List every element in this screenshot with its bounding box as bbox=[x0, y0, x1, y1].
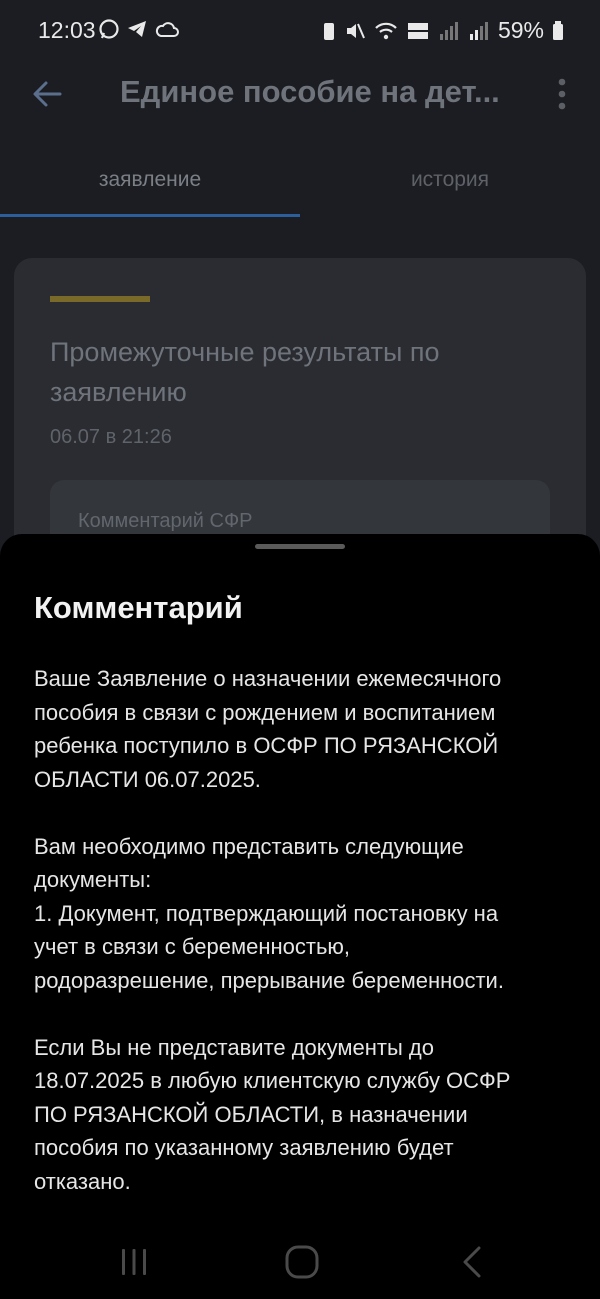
more-vert-icon bbox=[558, 78, 566, 110]
text-line: Ваше Заявление о назначении ежемесячного bbox=[34, 666, 502, 691]
back-nav-button[interactable] bbox=[452, 1242, 492, 1282]
recent-apps-icon bbox=[122, 1249, 146, 1275]
home-icon bbox=[285, 1245, 319, 1279]
card-title: Промежуточные результаты по заявлению bbox=[50, 337, 440, 407]
notification-icons bbox=[98, 18, 180, 40]
text-line: пособия в связи с рождением и воспитание… bbox=[34, 699, 496, 725]
tab-application[interactable]: заявление bbox=[0, 168, 300, 192]
card-date: 06.07 в 21:26 bbox=[50, 426, 172, 448]
status-right-icons: 59% bbox=[322, 17, 564, 44]
cloud-icon bbox=[155, 22, 179, 37]
text-line: учет в связи с беременностью, bbox=[34, 934, 351, 959]
status-time: 12:03 bbox=[38, 17, 96, 43]
mute-icon bbox=[346, 23, 365, 38]
paragraph: Ваше Заявление о назначении ежемесячного… bbox=[34, 662, 574, 796]
home-button[interactable] bbox=[282, 1242, 322, 1282]
text-line: 18.07.2025 в любую клиентскую службу ОСФ… bbox=[34, 1068, 511, 1093]
text-line: 1. Документ, подтверждающий постановку н… bbox=[34, 900, 499, 926]
screen: 12:03 59% Единое пособие на дет... заявл… bbox=[0, 0, 600, 1299]
text-line: Вам необходимо представить следующие bbox=[34, 833, 464, 859]
text-line: ПО РЯЗАНСКОЙ ОБЛАСТИ, в назначении bbox=[34, 1101, 468, 1127]
paragraph: Вам необходимо представить следующие док… bbox=[34, 830, 574, 998]
sheet-body: Ваше Заявление о назначении ежемесячного… bbox=[34, 662, 574, 1232]
battery-percent: 59% bbox=[497, 17, 544, 43]
tab-indicator bbox=[0, 214, 300, 217]
system-nav-bar bbox=[0, 1230, 600, 1299]
tab-bar: заявление история bbox=[0, 150, 600, 218]
wifi-icon bbox=[375, 22, 397, 39]
tab-history[interactable]: история bbox=[300, 168, 600, 192]
telegram-icon bbox=[128, 21, 146, 37]
signal-icon bbox=[439, 21, 458, 40]
battery-icon bbox=[553, 20, 563, 40]
text-line: ОБЛАСТИ 06.07.2025. bbox=[34, 766, 261, 792]
sheet-drag-handle[interactable] bbox=[255, 544, 345, 549]
page-title: Единое пособие на дет... bbox=[120, 74, 500, 109]
comment-label: Комментарий СФР bbox=[78, 510, 253, 532]
whatsapp-icon bbox=[99, 19, 119, 39]
more-options-button[interactable] bbox=[550, 74, 574, 114]
sheet-title: Комментарий bbox=[34, 590, 243, 625]
text-line: документы: bbox=[34, 867, 152, 892]
text-line: Если Вы не представите документы до bbox=[34, 1034, 434, 1060]
text-line: ребенка поступило в ОСФР ПО РЯЗАНСКОЙ bbox=[34, 733, 499, 758]
status-bar: 12:03 59% bbox=[0, 0, 600, 60]
recent-apps-button[interactable] bbox=[114, 1242, 154, 1282]
back-arrow-icon bbox=[33, 81, 62, 107]
back-chevron-icon bbox=[463, 1246, 481, 1278]
text-line: отказано. bbox=[34, 1168, 131, 1194]
app-bar: Единое пособие на дет... bbox=[0, 60, 600, 130]
card-accent-line bbox=[50, 296, 150, 302]
back-button[interactable] bbox=[28, 74, 68, 114]
battery-saver-icon bbox=[323, 22, 334, 40]
text-line: родоразрешение, прерывание беременности. bbox=[34, 967, 504, 993]
paragraph: Если Вы не представите документы до 18.0… bbox=[34, 1031, 574, 1199]
volte-icon bbox=[407, 22, 428, 39]
comment-bottom-sheet: Комментарий Ваше Заявление о назначении … bbox=[0, 534, 600, 1299]
text-line: пособия по указанному заявлению будет bbox=[34, 1135, 454, 1160]
signal-icon-2 bbox=[469, 21, 488, 40]
result-card: Промежуточные результаты по заявлению 06… bbox=[14, 258, 586, 578]
